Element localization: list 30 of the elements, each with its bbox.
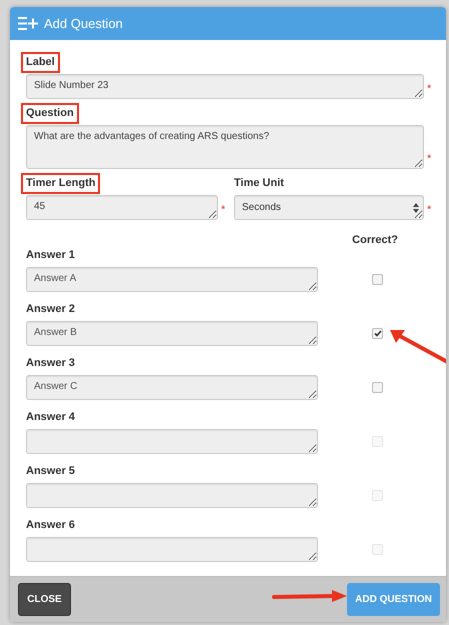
field-label: Timer Length (21, 173, 100, 194)
required-mark: * (221, 204, 226, 218)
answer-label: Answer 4 (26, 410, 76, 425)
correct-header: Correct? (352, 234, 398, 248)
answer-field[interactable]: Answer A (26, 267, 318, 292)
check-icon (374, 330, 382, 337)
answer-field[interactable]: Answer B (26, 321, 318, 346)
answer-label: Answer 3 (26, 356, 76, 371)
dialog-title: Add Question (44, 16, 123, 31)
close-button[interactable]: CLOSE (18, 583, 71, 616)
field-label: Question (21, 103, 79, 124)
required-mark: * (427, 83, 432, 97)
question-field[interactable]: What are the advantages of creating ARS questions? (26, 125, 424, 169)
field-label: Label (21, 52, 60, 73)
list-plus-icon (18, 17, 38, 30)
answer-label: Answer 6 (26, 518, 76, 533)
correct-checkbox[interactable] (372, 382, 383, 393)
input-field[interactable]: Slide Number 23 (26, 74, 424, 99)
correct-checkbox[interactable] (372, 328, 383, 339)
correct-checkbox[interactable] (372, 274, 383, 285)
field-label: Time Unit (233, 176, 285, 191)
answer-label: Answer 2 (26, 302, 76, 317)
updown-arrows-icon (413, 202, 419, 212)
required-mark: * (427, 153, 432, 167)
input-field[interactable]: 45 (26, 195, 218, 220)
required-mark: * (427, 204, 432, 218)
select-field[interactable]: Seconds (234, 195, 424, 220)
answer-field[interactable]: Answer C (26, 375, 318, 400)
answer-label: Answer 5 (26, 464, 76, 479)
answer-label: Answer 1 (26, 248, 76, 263)
